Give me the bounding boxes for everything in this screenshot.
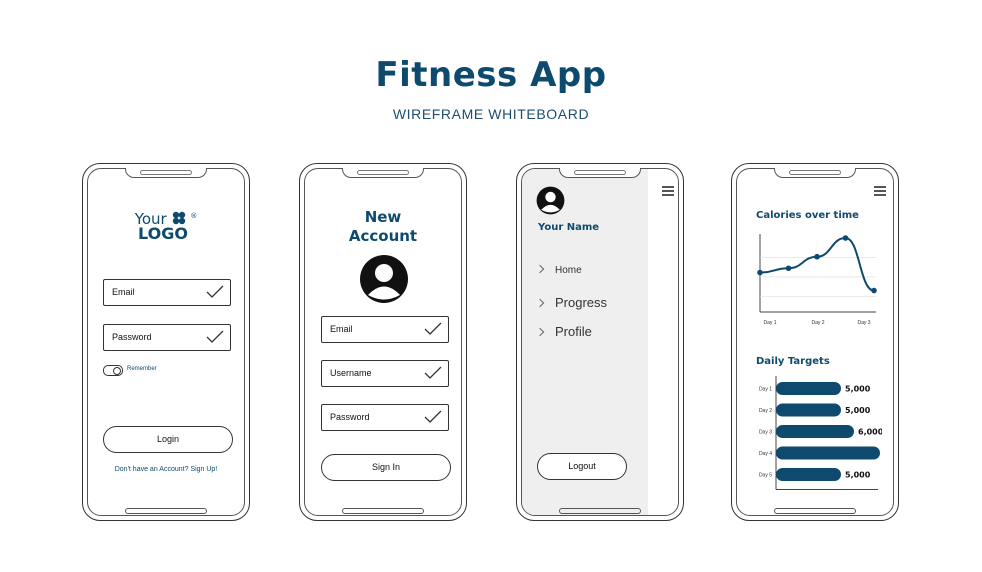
x-tick-label: Day 3 [857,320,870,326]
remember-label: Remember [127,366,157,372]
targets-bar-chart: Day 15,000Day 25,000Day 36,000Day 48,Day… [759,376,882,490]
nav-item-home[interactable]: Home [535,264,582,276]
nav-item-label: Profile [555,324,592,339]
register-phone-frame: New Account Email Username Password Sign… [299,163,467,521]
nav-item-label: Home [555,265,582,276]
password-label: Password [330,412,370,422]
targets-title: Daily Targets [756,356,830,367]
email-label: Email [112,287,135,297]
register-title-line1: New [364,208,402,226]
nav-item-label: Progress [555,295,608,310]
email-field[interactable]: Email [321,316,449,343]
avatar-icon [536,186,565,215]
hamburger-menu-icon[interactable] [662,186,674,197]
username-field[interactable]: Username [321,360,449,387]
page-subtitle: WIREFRAME WHITEBOARD [392,106,590,122]
bar-value-label: 6,000 [858,428,882,437]
app-logo: Your ® LOGO [83,209,249,242]
check-icon [206,285,224,298]
logo-line2: LOGO [138,224,188,243]
chevron-right-icon [535,327,545,337]
bar-day-2 [776,403,841,417]
logout-button[interactable]: Logout [537,453,627,480]
password-field[interactable]: Password [103,324,231,351]
data-point-1 [757,269,763,276]
register-title-line2: Account [348,227,418,245]
check-icon [206,330,224,343]
user-name: Your Name [538,222,600,233]
category-label: Day 2 [759,408,772,414]
calories-series-line [759,236,875,292]
data-point-2 [785,265,792,272]
calories-title: Calories over time [756,210,859,221]
password-field[interactable]: Password [321,404,449,431]
remember-toggle[interactable] [103,365,123,376]
chevron-right-icon [535,298,545,308]
username-label: Username [330,368,372,378]
logo-clover-icon [172,211,185,225]
nav-item-progress[interactable]: Progress [535,295,608,310]
x-tick-label: Day 1 [763,320,776,326]
category-label: Day 5 [759,473,772,479]
category-label: Day 1 [759,387,772,393]
register-title: New Account [300,208,466,246]
bar-day-4 [776,446,880,460]
email-label: Email [330,324,353,334]
hamburger-menu-icon[interactable] [874,186,886,197]
signup-link[interactable]: Don't have an Account? Sign Up! [83,466,249,473]
check-icon [424,322,442,335]
menu-phone-frame: Your Name Home Progress Profile Logout [516,163,684,521]
page-title: Fitness App [375,55,607,95]
bar-value-label: 5,000 [845,471,871,480]
category-label: Day 3 [759,430,772,436]
chevron-right-icon [535,264,545,274]
x-tick-label: Day 2 [811,320,824,326]
bar-day-5 [776,468,841,481]
logo-registered-mark: ® [190,212,198,220]
bar-day-1 [776,382,841,395]
avatar-icon [360,255,408,303]
signin-button[interactable]: Sign In [321,454,451,481]
bar-value-label: 5,000 [845,406,871,415]
data-point-5 [871,287,877,294]
bar-value-label: 5,000 [845,385,871,394]
category-label: Day 4 [759,451,772,457]
login-phone-frame: Your ® LOGO Email Password Remember Logi… [82,163,250,521]
check-icon [424,366,442,379]
bar-day-3 [776,425,854,438]
password-label: Password [112,332,152,342]
dashboard-phone-frame: Calories over time Day 1 Day 2 Day 3 Daily… [731,163,899,521]
login-button[interactable]: Login [103,426,233,453]
email-field[interactable]: Email [103,279,231,306]
nav-item-profile[interactable]: Profile [535,324,592,339]
data-point-4 [842,235,849,241]
data-point-3 [814,253,820,260]
check-icon [424,410,442,423]
calories-line-chart: Day 1 Day 2 Day 3 [757,234,877,326]
